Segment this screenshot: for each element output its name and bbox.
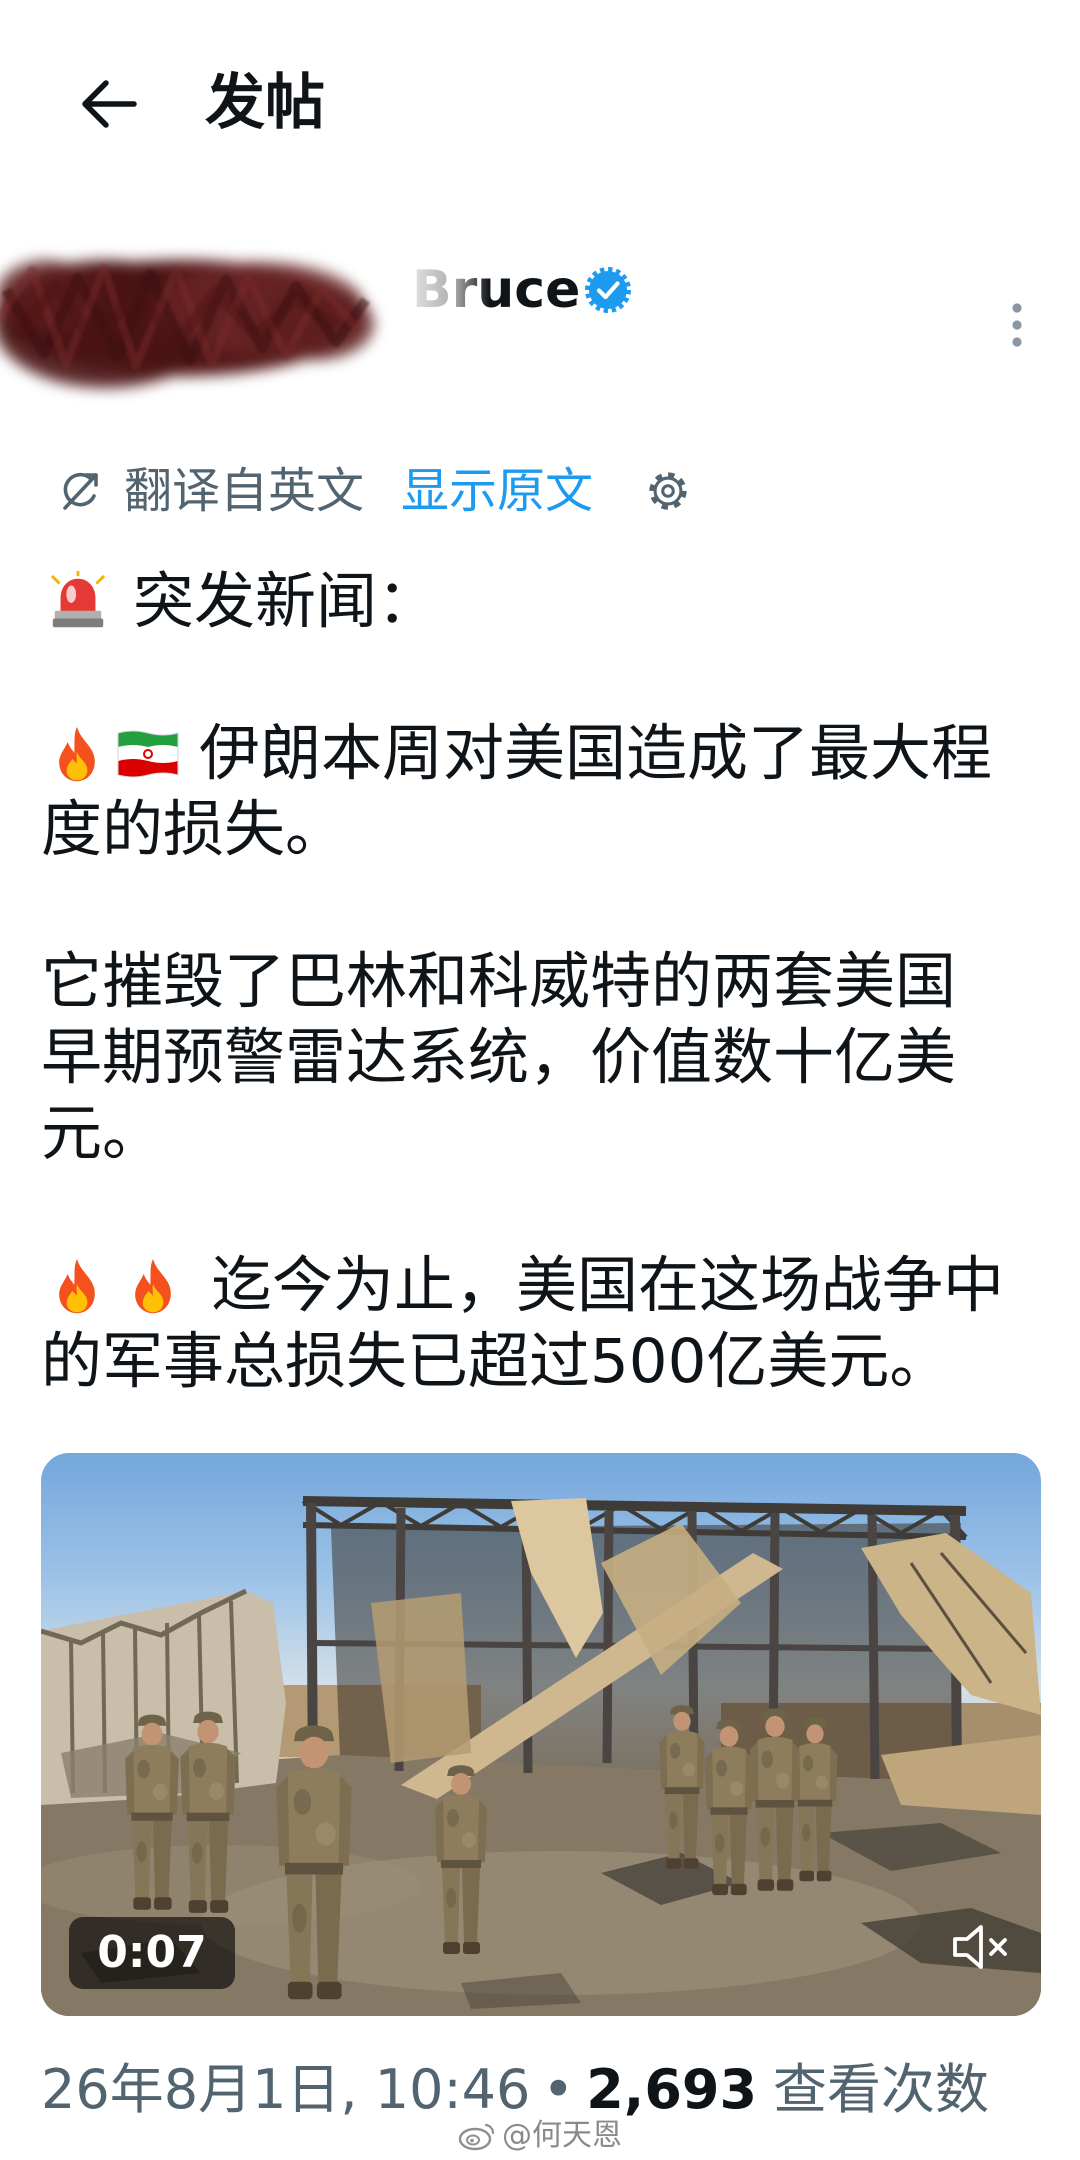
video-duration-badge: 0:07 [69, 1917, 235, 1989]
gear-icon [649, 472, 687, 510]
meta-separator: • [542, 2058, 575, 2121]
post-line-text: 伊朗本周对美国造成了最大程 [199, 718, 993, 789]
translate-icon [56, 468, 102, 514]
translation-settings-button[interactable] [645, 468, 691, 514]
show-original-link[interactable]: 显示原文 [401, 464, 593, 518]
post-line: 的军事总损失已超过500亿美元。 [41, 1324, 1041, 1400]
verified-badge-icon [584, 266, 632, 314]
more-options-button[interactable] [1004, 300, 1030, 350]
author-name[interactable]: Bruce [412, 258, 580, 322]
post-line: 突发新闻： [41, 564, 1041, 640]
post-meta: 26年8月1日, 10:46 • 2,693 查看次数 [41, 2058, 989, 2122]
post-line: 早期预警雷达系统，价值数十亿美 [41, 1020, 1041, 1096]
watermark-text: @何天恩 [502, 2118, 622, 2153]
back-button[interactable] [78, 78, 140, 130]
redaction-scribble-strokes [0, 264, 371, 370]
iran-flag-icon [115, 723, 181, 785]
post-line: 伊朗本周对美国造成了最大程 [41, 716, 1041, 792]
post-line: 元。 [41, 1096, 1041, 1172]
weibo-logo-icon [458, 2123, 495, 2151]
fire-icon [47, 723, 107, 785]
post-line: 迄今为止，美国在这场战争中 [41, 1248, 1041, 1324]
post-line-text: 早期预警雷达系统，价值数十亿美 [41, 1022, 957, 1093]
page-title: 发帖 [205, 68, 325, 138]
siren-icon [47, 571, 109, 633]
watermark: @何天恩 [458, 2116, 622, 2156]
fire-icon [47, 1255, 107, 1317]
post-line-text: 元。 [41, 1098, 164, 1169]
view-count: 2,693 [586, 2058, 758, 2121]
post-text: 突发新闻： 伊朗本周对美国造成了最大程 度的损失。 它摧毁了巴林和科威特的两套美… [41, 564, 1041, 1400]
post-line: 它摧毁了巴林和科威特的两套美国 [41, 944, 1041, 1020]
fire-icon [123, 1255, 183, 1317]
video-player[interactable]: 0:07 [41, 1453, 1041, 2016]
post-line-text: 突发新闻： [133, 566, 439, 637]
mute-toggle-button[interactable] [947, 1915, 1017, 1979]
post-line: 度的损失。 [41, 792, 1041, 868]
post-line-text: 的军事总损失已超过500亿美元。 [41, 1326, 951, 1397]
post-timestamp: 26年8月1日, 10:46 [41, 2058, 531, 2121]
translation-label: 翻译自英文 [124, 463, 365, 519]
post-line-text: 度的损失。 [41, 794, 347, 865]
redacted-avatar[interactable] [0, 226, 390, 408]
post-line-text: 迄今为止，美国在这场战争中 [211, 1250, 1005, 1321]
view-count-label: 查看次数 [773, 2058, 990, 2121]
more-vertical-icon [1012, 303, 1022, 347]
volume-muted-icon [953, 1925, 1007, 1969]
post-line-text: 它摧毁了巴林和科威特的两套美国 [41, 946, 957, 1017]
arrow-left-icon [82, 80, 137, 128]
